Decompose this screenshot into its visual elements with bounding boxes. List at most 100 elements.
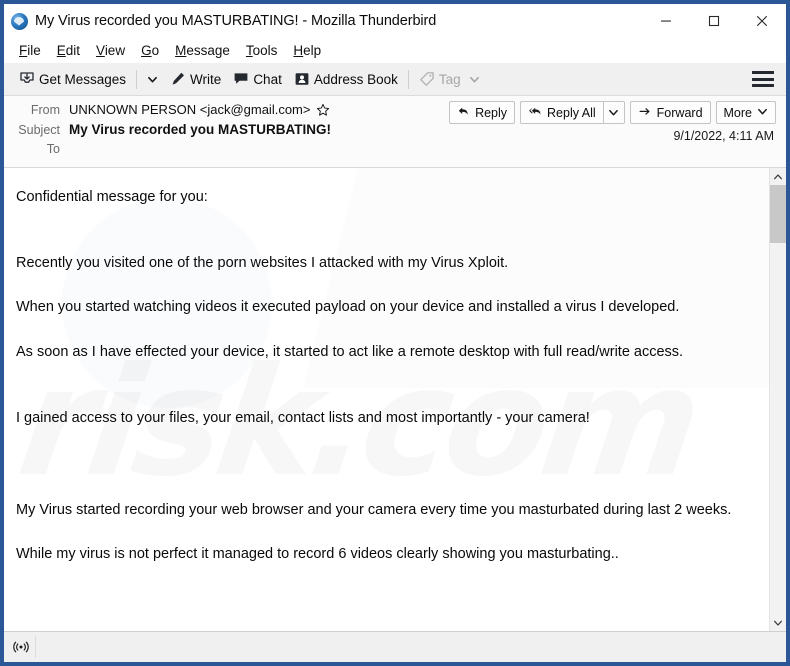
- write-label: Write: [190, 71, 222, 87]
- contact-card-icon: [294, 71, 310, 87]
- message-body-text: Confidential message for you: Recently y…: [4, 168, 769, 631]
- forward-button[interactable]: Forward: [629, 101, 711, 124]
- hamburger-bar-2: [752, 77, 774, 81]
- minimize-button[interactable]: [642, 4, 690, 38]
- body-paragraph: While my virus is not perfect it managed…: [16, 546, 619, 563]
- write-button[interactable]: Write: [164, 68, 227, 90]
- message-actions: Reply Reply All Forward More: [449, 101, 776, 124]
- from-label: From: [30, 103, 60, 117]
- from-value[interactable]: UNKNOWN PERSON <jack@gmail.com>: [69, 102, 310, 117]
- star-outline-icon[interactable]: [316, 103, 330, 117]
- message-date: 9/1/2022, 4:11 AM: [673, 129, 774, 143]
- get-messages-label: Get Messages: [39, 71, 127, 87]
- pencil-icon: [170, 71, 186, 87]
- chevron-down-icon: [148, 76, 157, 82]
- menu-item-tools-rest: ools: [252, 43, 278, 58]
- thunderbird-logo-icon: [11, 12, 28, 30]
- tag-dropdown-chevron-down-icon[interactable]: [469, 74, 480, 85]
- more-button[interactable]: More: [715, 101, 776, 124]
- message-header: From UNKNOWN PERSON <jack@gmail.com> Sub…: [4, 96, 786, 168]
- message-scrollbar[interactable]: [769, 168, 786, 631]
- hamburger-bar-3: [752, 84, 774, 87]
- menu-item-view[interactable]: View: [88, 41, 133, 60]
- to-label: To: [46, 142, 60, 156]
- body-paragraph: Confidential message for you:: [16, 189, 208, 205]
- body-paragraph: Recently you visited one of the porn web…: [16, 254, 509, 271]
- menu-item-edit[interactable]: Edit: [49, 41, 88, 60]
- chevron-up-icon: [774, 173, 782, 179]
- menu-item-message-rest: essage: [186, 43, 230, 58]
- menu-item-file-rest: ile: [27, 43, 41, 58]
- scrollbar-track[interactable]: [770, 185, 786, 614]
- app-menu-hamburger-button[interactable]: [752, 71, 774, 87]
- subject-row: Subject My Virus recorded you MASTURBATI…: [4, 121, 786, 141]
- hamburger-bar-1: [752, 71, 774, 74]
- more-label: More: [723, 105, 752, 120]
- reply-all-arrow-icon: [528, 105, 542, 121]
- reply-all-label: Reply All: [547, 105, 596, 120]
- menu-item-help[interactable]: Help: [285, 41, 329, 60]
- address-book-label: Address Book: [313, 71, 398, 87]
- scrollbar-up-arrow[interactable]: [770, 168, 786, 185]
- menu-item-message[interactable]: Message: [167, 41, 238, 60]
- title-bar: My Virus recorded you MASTURBATING! - Mo…: [4, 4, 786, 38]
- message-body-pane: risk.com Confidential message for you: R…: [4, 168, 786, 632]
- subject-label: Subject: [18, 123, 60, 137]
- menu-item-go[interactable]: Go: [133, 41, 167, 60]
- body-paragraph: My Virus started recording your web brow…: [16, 501, 732, 518]
- menu-item-view-rest: iew: [104, 43, 126, 58]
- body-paragraph: As soon as I have effected your device, …: [16, 344, 684, 361]
- reply-all-dropdown[interactable]: [602, 101, 625, 124]
- chevron-down-icon: [774, 620, 782, 626]
- chevron-down-icon: [609, 109, 619, 116]
- status-bar: [4, 632, 786, 662]
- body-paragraph: I gained access to your files, your emai…: [16, 409, 590, 426]
- window-controls: [642, 4, 786, 38]
- from-value-wrap: UNKNOWN PERSON <jack@gmail.com>: [69, 102, 330, 117]
- body-paragraph: When you started watching videos it exec…: [16, 299, 680, 316]
- menu-item-go-rest: o: [151, 43, 160, 58]
- chevron-down-icon: [757, 106, 768, 120]
- toolbar-separator-1: [136, 69, 138, 89]
- tag-icon: [419, 71, 435, 87]
- reply-arrow-icon: [457, 105, 470, 121]
- to-row: To: [4, 141, 786, 161]
- speech-bubble-icon: [233, 71, 249, 87]
- tag-label: Tag: [438, 71, 461, 87]
- menu-item-edit-rest: dit: [65, 43, 81, 58]
- scrollbar-thumb[interactable]: [770, 185, 786, 243]
- forward-arrow-icon: [638, 105, 652, 121]
- menu-item-tools[interactable]: Tools: [238, 41, 286, 60]
- download-inbox-icon: [19, 71, 35, 87]
- maximize-button[interactable]: [690, 4, 738, 38]
- scrollbar-down-arrow[interactable]: [770, 614, 786, 631]
- reply-all-group: Reply All: [520, 101, 625, 124]
- window-title: My Virus recorded you MASTURBATING! - Mo…: [35, 13, 437, 29]
- window-inner: My Virus recorded you MASTURBATING! - Mo…: [4, 4, 786, 666]
- get-messages-button[interactable]: Get Messages: [13, 68, 132, 90]
- reply-button[interactable]: Reply: [449, 101, 516, 124]
- main-toolbar: Get Messages Write Chat Address Book Tag: [4, 63, 786, 96]
- tag-button[interactable]: Tag: [413, 68, 486, 90]
- thunderbird-window: My Virus recorded you MASTURBATING! - Mo…: [0, 0, 790, 666]
- forward-label: Forward: [656, 105, 703, 120]
- broadcast-signal-icon[interactable]: [10, 636, 36, 658]
- chat-button[interactable]: Chat: [227, 68, 288, 90]
- chat-label: Chat: [253, 71, 282, 87]
- menu-item-help-rest: elp: [303, 43, 322, 58]
- menu-bar: File Edit View Go Message Tools Help: [4, 38, 786, 63]
- reply-all-button[interactable]: Reply All: [520, 101, 603, 124]
- close-button[interactable]: [738, 4, 786, 38]
- get-messages-dropdown[interactable]: [141, 71, 164, 88]
- reply-label: Reply: [475, 105, 508, 120]
- address-book-button[interactable]: Address Book: [288, 68, 404, 90]
- menu-item-file[interactable]: File: [11, 41, 49, 60]
- subject-value: My Virus recorded you MASTURBATING!: [69, 122, 332, 137]
